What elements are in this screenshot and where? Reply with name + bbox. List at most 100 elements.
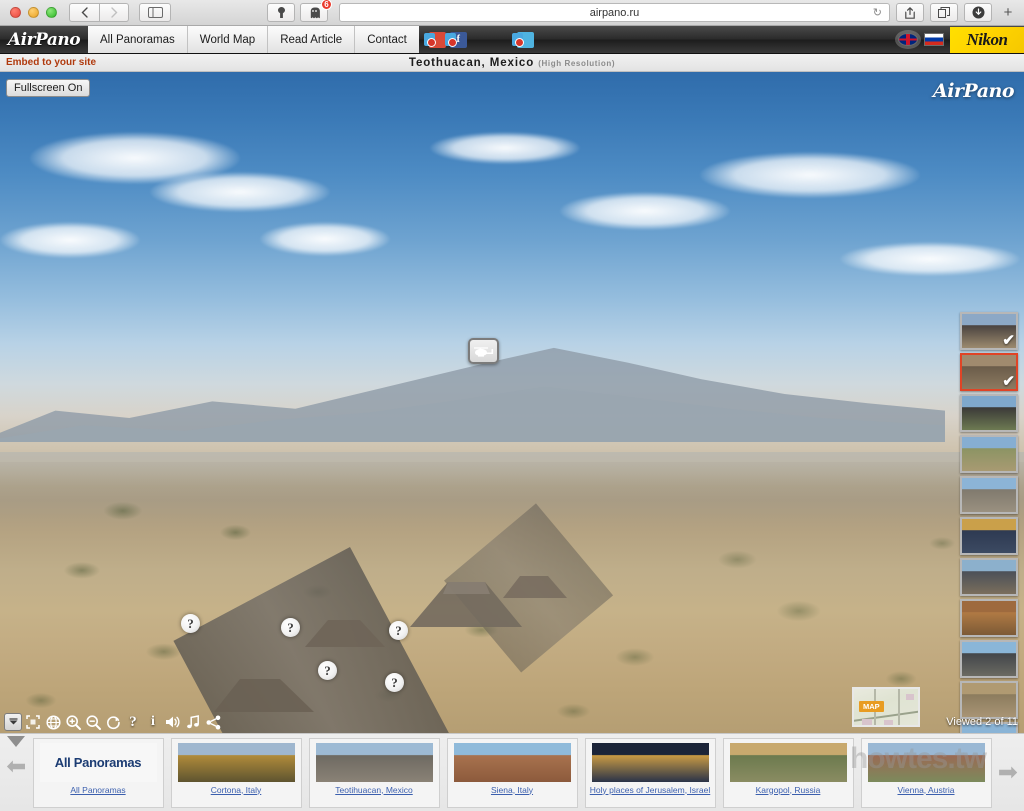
panorama-thumbnail[interactable] xyxy=(960,599,1018,637)
nav-buttons[interactable] xyxy=(69,3,129,22)
gallery-card[interactable]: All Panoramas All Panoramas xyxy=(32,737,164,808)
cloud xyxy=(840,242,1020,276)
sidebar-toggle-button[interactable] xyxy=(139,3,171,22)
facebook-blocked-icon[interactable]: f xyxy=(444,31,467,48)
map-label: MAP xyxy=(859,701,884,712)
menu-item-contact[interactable]: Contact xyxy=(355,26,419,53)
panorama-viewer[interactable]: Fullscreen On AirPano ? ? ? ? ? ? ✔✔ Vie… xyxy=(0,72,1024,733)
panorama-thumbnail[interactable]: ✔ xyxy=(960,312,1018,350)
music-button[interactable] xyxy=(184,713,202,731)
hotspot-marker[interactable]: ? xyxy=(281,618,300,637)
chevron-right-icon xyxy=(110,7,117,18)
helicopter-cursor[interactable] xyxy=(468,338,499,364)
gallery-caption[interactable]: Holy places of Jerusalem, Israel xyxy=(587,785,713,796)
cloud xyxy=(0,222,140,258)
hotspot-marker[interactable]: ? xyxy=(385,673,404,692)
twitter-blocked-icon[interactable] xyxy=(511,31,534,48)
mini-map[interactable]: MAP xyxy=(852,687,920,727)
globe-button[interactable] xyxy=(44,713,62,731)
gallery-caption[interactable]: All Panoramas xyxy=(67,785,128,796)
show-tabs-button[interactable] xyxy=(930,3,958,22)
gallery-caption[interactable]: Kargopol, Russia xyxy=(753,785,824,796)
page-title-subtitle: (High Resolution) xyxy=(538,58,616,68)
panorama-thumbnail[interactable] xyxy=(960,476,1018,514)
gallery-thumbnail-all-panoramas: All Panoramas xyxy=(39,742,157,782)
hotspot-marker[interactable]: ? xyxy=(318,661,337,680)
viewed-check-icon: ✔ xyxy=(1002,332,1015,349)
panorama-thumbnail[interactable] xyxy=(960,681,1018,719)
panorama-thumbnail[interactable] xyxy=(960,558,1018,596)
minimize-window-button[interactable] xyxy=(28,7,39,18)
gallery-card[interactable]: Cortona, Italy xyxy=(170,737,302,808)
viewer-toolbar: ? i xyxy=(0,711,222,733)
share-button[interactable] xyxy=(204,713,222,731)
nikon-sponsor-banner[interactable]: Nikon xyxy=(950,26,1024,53)
forward-button[interactable] xyxy=(99,3,129,22)
gallery-thumbnail xyxy=(867,742,985,782)
gallery-card[interactable]: Siena, Italy xyxy=(446,737,578,808)
map-parcel xyxy=(884,720,893,725)
zoom-out-button[interactable] xyxy=(84,713,102,731)
gallery-thumbnail xyxy=(591,742,709,782)
gallery-thumbnail xyxy=(177,742,295,782)
triangle-down-icon[interactable] xyxy=(7,736,26,747)
info-button[interactable]: i xyxy=(144,713,162,731)
extension-button[interactable]: 6 xyxy=(300,0,332,22)
address-bar[interactable]: airpano.ru ↻ xyxy=(339,3,890,22)
gallery-caption[interactable]: Cortona, Italy xyxy=(208,785,265,796)
hide-panel-button[interactable] xyxy=(4,713,22,731)
gallery-card[interactable]: Teotihuacan, Mexico xyxy=(308,737,440,808)
panorama-thumbnail[interactable] xyxy=(960,394,1018,432)
fullscreen-button[interactable] xyxy=(24,713,42,731)
main-menu: All Panoramas World Map Read Article Con… xyxy=(88,26,419,53)
site-navigation-bar: AirPano All Panoramas World Map Read Art… xyxy=(0,26,1024,54)
hotspot-marker[interactable]: ? xyxy=(181,614,200,633)
panorama-thumbnail[interactable] xyxy=(960,517,1018,555)
pyramid-structure xyxy=(503,576,567,598)
chrome-right-buttons[interactable]: + xyxy=(896,3,1018,22)
gallery-left-controls: ⬅ xyxy=(0,734,33,811)
google-plus-blocked-icon[interactable] xyxy=(423,31,446,48)
airpano-logo[interactable]: AirPano xyxy=(0,26,88,53)
autorotate-button[interactable] xyxy=(104,713,122,731)
new-tab-button[interactable]: + xyxy=(998,4,1018,21)
gallery-card[interactable]: Vienna, Austria xyxy=(860,737,992,808)
help-button[interactable]: ? xyxy=(124,713,142,731)
panorama-thumbnail[interactable] xyxy=(960,640,1018,678)
magnifier-minus-icon xyxy=(85,714,101,730)
bookmark-button[interactable] xyxy=(267,3,295,22)
downloads-button[interactable] xyxy=(964,3,992,22)
sound-button[interactable] xyxy=(164,713,182,731)
menu-item-all-panoramas[interactable]: All Panoramas xyxy=(88,26,188,53)
hotspot-marker[interactable]: ? xyxy=(389,621,408,640)
language-en-button[interactable] xyxy=(898,33,918,46)
gallery-caption[interactable]: Teotihuacan, Mexico xyxy=(332,785,416,796)
window-controls[interactable] xyxy=(10,7,57,18)
gallery-caption[interactable]: Siena, Italy xyxy=(488,785,536,796)
helicopter-icon xyxy=(473,346,493,357)
panorama-thumbnail[interactable]: ✔ xyxy=(960,353,1018,391)
zoom-in-button[interactable] xyxy=(64,713,82,731)
page-title-strip: Embed to your site Teothuacan, Mexico (H… xyxy=(0,54,1024,72)
language-ru-button[interactable] xyxy=(924,33,944,46)
share-nodes-icon xyxy=(206,715,220,729)
panorama-thumbnail[interactable] xyxy=(960,435,1018,473)
gallery-card[interactable]: Holy places of Jerusalem, Israel xyxy=(584,737,716,808)
close-window-button[interactable] xyxy=(10,7,21,18)
fullscreen-on-button[interactable]: Fullscreen On xyxy=(6,79,91,97)
menu-item-world-map[interactable]: World Map xyxy=(187,26,269,53)
gallery-prev-button[interactable]: ⬅ xyxy=(6,755,26,779)
nav-right-group: Nikon xyxy=(898,26,1024,53)
reload-icon[interactable]: ↻ xyxy=(873,6,882,19)
cloud xyxy=(150,172,330,212)
gallery-card[interactable]: Kargopol, Russia xyxy=(722,737,854,808)
gallery-caption[interactable]: Vienna, Austria xyxy=(894,785,957,796)
share-button[interactable] xyxy=(896,3,924,22)
gallery-next-button[interactable]: ➡ xyxy=(998,760,1018,785)
sidebar-toggle-icon xyxy=(147,7,163,18)
maximize-window-button[interactable] xyxy=(46,7,57,18)
back-button[interactable] xyxy=(69,3,99,22)
notification-badge: 6 xyxy=(321,0,332,10)
browser-chrome: 6 airpano.ru ↻ + xyxy=(0,0,1024,26)
menu-item-read-article[interactable]: Read Article xyxy=(268,26,356,53)
